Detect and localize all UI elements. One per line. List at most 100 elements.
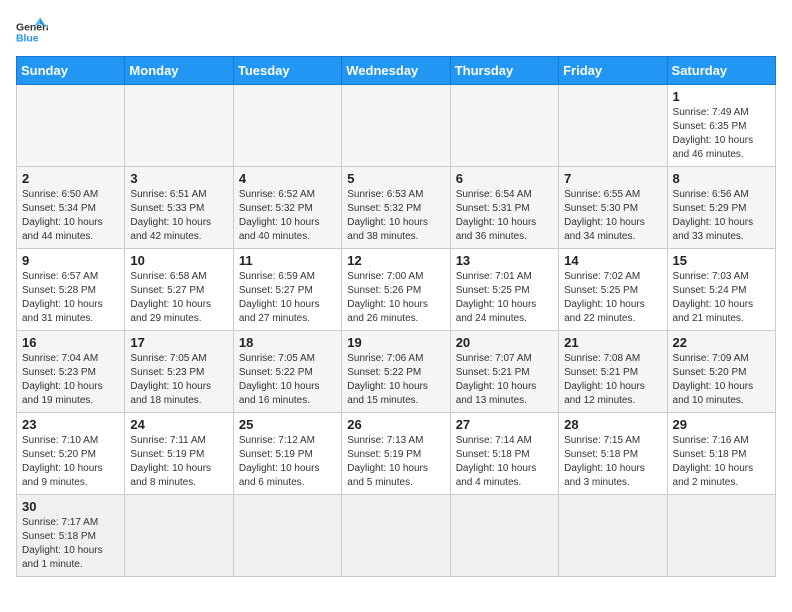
- day-info: Sunrise: 7:02 AM Sunset: 5:25 PM Dayligh…: [564, 270, 661, 326]
- day-number: 3: [130, 171, 227, 186]
- weekday-header-thursday: Thursday: [450, 57, 558, 85]
- calendar-cell: 30 Sunrise: 7:17 AM Sunset: 5:18 PM Dayli…: [17, 495, 125, 577]
- calendar-cell: 19 Sunrise: 7:06 AM Sunset: 5:22 PM Dayli…: [342, 331, 450, 413]
- calendar-cell: 24 Sunrise: 7:11 AM Sunset: 5:19 PM Dayli…: [125, 413, 233, 495]
- calendar: SundayMondayTuesdayWednesdayThursdayFrid…: [16, 56, 776, 577]
- day-number: 22: [673, 335, 770, 350]
- calendar-cell: [667, 495, 775, 577]
- day-info: Sunrise: 7:04 AM Sunset: 5:23 PM Dayligh…: [22, 352, 119, 408]
- day-info: Sunrise: 6:57 AM Sunset: 5:28 PM Dayligh…: [22, 270, 119, 326]
- day-number: 12: [347, 253, 444, 268]
- day-info: Sunrise: 7:08 AM Sunset: 5:21 PM Dayligh…: [564, 352, 661, 408]
- calendar-cell: 18 Sunrise: 7:05 AM Sunset: 5:22 PM Dayli…: [233, 331, 341, 413]
- day-info: Sunrise: 7:06 AM Sunset: 5:22 PM Dayligh…: [347, 352, 444, 408]
- day-number: 14: [564, 253, 661, 268]
- day-info: Sunrise: 6:54 AM Sunset: 5:31 PM Dayligh…: [456, 188, 553, 244]
- day-info: Sunrise: 7:01 AM Sunset: 5:25 PM Dayligh…: [456, 270, 553, 326]
- day-number: 6: [456, 171, 553, 186]
- calendar-cell: [17, 85, 125, 167]
- calendar-cell: 11 Sunrise: 6:59 AM Sunset: 5:27 PM Dayli…: [233, 249, 341, 331]
- calendar-week-row: 2Sunrise: 6:50 AM Sunset: 5:34 PM Daylig…: [17, 167, 776, 249]
- calendar-week-row: 23Sunrise: 7:10 AM Sunset: 5:20 PM Dayli…: [17, 413, 776, 495]
- calendar-week-row: 1Sunrise: 7:49 AM Sunset: 6:35 PM Daylig…: [17, 85, 776, 167]
- header: General Blue: [16, 16, 776, 48]
- day-number: 19: [347, 335, 444, 350]
- day-info: Sunrise: 7:07 AM Sunset: 5:21 PM Dayligh…: [456, 352, 553, 408]
- calendar-cell: [559, 495, 667, 577]
- calendar-cell: 3 Sunrise: 6:51 AM Sunset: 5:33 PM Daylig…: [125, 167, 233, 249]
- calendar-cell: 14 Sunrise: 7:02 AM Sunset: 5:25 PM Dayli…: [559, 249, 667, 331]
- generalblue-logo-icon: General Blue: [16, 16, 48, 48]
- day-info: Sunrise: 6:55 AM Sunset: 5:30 PM Dayligh…: [564, 188, 661, 244]
- weekday-header-sunday: Sunday: [17, 57, 125, 85]
- day-number: 8: [673, 171, 770, 186]
- day-number: 11: [239, 253, 336, 268]
- calendar-cell: 6 Sunrise: 6:54 AM Sunset: 5:31 PM Daylig…: [450, 167, 558, 249]
- day-number: 16: [22, 335, 119, 350]
- day-info: Sunrise: 6:59 AM Sunset: 5:27 PM Dayligh…: [239, 270, 336, 326]
- calendar-cell: [233, 495, 341, 577]
- calendar-cell: 4 Sunrise: 6:52 AM Sunset: 5:32 PM Daylig…: [233, 167, 341, 249]
- calendar-cell: 15 Sunrise: 7:03 AM Sunset: 5:24 PM Dayli…: [667, 249, 775, 331]
- calendar-cell: 26Sunrise: 7:13 AM Sunset: 5:19 PM Dayli…: [342, 413, 450, 495]
- day-info: Sunrise: 7:17 AM Sunset: 5:18 PM Dayligh…: [22, 516, 119, 572]
- day-number: 15: [673, 253, 770, 268]
- calendar-cell: [125, 495, 233, 577]
- day-number: 24: [130, 417, 227, 432]
- weekday-header-tuesday: Tuesday: [233, 57, 341, 85]
- calendar-cell: 9 Sunrise: 6:57 AM Sunset: 5:28 PM Daylig…: [17, 249, 125, 331]
- day-number: 10: [130, 253, 227, 268]
- calendar-week-row: 16 Sunrise: 7:04 AM Sunset: 5:23 PM Dayli…: [17, 331, 776, 413]
- calendar-cell: 7 Sunrise: 6:55 AM Sunset: 5:30 PM Daylig…: [559, 167, 667, 249]
- weekday-header-wednesday: Wednesday: [342, 57, 450, 85]
- day-number: 29: [673, 417, 770, 432]
- calendar-week-row: 30 Sunrise: 7:17 AM Sunset: 5:18 PM Dayli…: [17, 495, 776, 577]
- day-number: 4: [239, 171, 336, 186]
- day-info: Sunrise: 6:56 AM Sunset: 5:29 PM Dayligh…: [673, 188, 770, 244]
- svg-text:Blue: Blue: [16, 34, 39, 45]
- calendar-cell: 29Sunrise: 7:16 AM Sunset: 5:18 PM Dayli…: [667, 413, 775, 495]
- day-number: 30: [22, 499, 119, 514]
- day-info: Sunrise: 6:50 AM Sunset: 5:34 PM Dayligh…: [22, 188, 119, 244]
- calendar-cell: 23Sunrise: 7:10 AM Sunset: 5:20 PM Dayli…: [17, 413, 125, 495]
- day-info: Sunrise: 6:53 AM Sunset: 5:32 PM Dayligh…: [347, 188, 444, 244]
- calendar-cell: 17Sunrise: 7:05 AM Sunset: 5:23 PM Dayli…: [125, 331, 233, 413]
- calendar-cell: [342, 495, 450, 577]
- day-number: 28: [564, 417, 661, 432]
- calendar-cell: 2Sunrise: 6:50 AM Sunset: 5:34 PM Daylig…: [17, 167, 125, 249]
- calendar-cell: 13Sunrise: 7:01 AM Sunset: 5:25 PM Dayli…: [450, 249, 558, 331]
- calendar-cell: 20 Sunrise: 7:07 AM Sunset: 5:21 PM Dayli…: [450, 331, 558, 413]
- weekday-header-monday: Monday: [125, 57, 233, 85]
- day-number: 21: [564, 335, 661, 350]
- calendar-cell: [125, 85, 233, 167]
- day-number: 27: [456, 417, 553, 432]
- calendar-cell: [450, 495, 558, 577]
- calendar-cell: [559, 85, 667, 167]
- weekday-header-friday: Friday: [559, 57, 667, 85]
- calendar-cell: 5Sunrise: 6:53 AM Sunset: 5:32 PM Daylig…: [342, 167, 450, 249]
- day-number: 1: [673, 89, 770, 104]
- calendar-cell: 28Sunrise: 7:15 AM Sunset: 5:18 PM Dayli…: [559, 413, 667, 495]
- day-info: Sunrise: 6:51 AM Sunset: 5:33 PM Dayligh…: [130, 188, 227, 244]
- calendar-week-row: 9 Sunrise: 6:57 AM Sunset: 5:28 PM Daylig…: [17, 249, 776, 331]
- day-info: Sunrise: 7:05 AM Sunset: 5:22 PM Dayligh…: [239, 352, 336, 408]
- day-info: Sunrise: 7:05 AM Sunset: 5:23 PM Dayligh…: [130, 352, 227, 408]
- day-info: Sunrise: 7:11 AM Sunset: 5:19 PM Dayligh…: [130, 434, 227, 490]
- calendar-cell: 10Sunrise: 6:58 AM Sunset: 5:27 PM Dayli…: [125, 249, 233, 331]
- day-number: 9: [22, 253, 119, 268]
- day-info: Sunrise: 6:52 AM Sunset: 5:32 PM Dayligh…: [239, 188, 336, 244]
- day-info: Sunrise: 7:12 AM Sunset: 5:19 PM Dayligh…: [239, 434, 336, 490]
- day-number: 20: [456, 335, 553, 350]
- day-number: 18: [239, 335, 336, 350]
- day-number: 7: [564, 171, 661, 186]
- calendar-cell: 25Sunrise: 7:12 AM Sunset: 5:19 PM Dayli…: [233, 413, 341, 495]
- calendar-cell: 8 Sunrise: 6:56 AM Sunset: 5:29 PM Daylig…: [667, 167, 775, 249]
- logo: General Blue: [16, 16, 48, 48]
- day-info: Sunrise: 7:13 AM Sunset: 5:19 PM Dayligh…: [347, 434, 444, 490]
- calendar-cell: 27Sunrise: 7:14 AM Sunset: 5:18 PM Dayli…: [450, 413, 558, 495]
- calendar-cell: [233, 85, 341, 167]
- day-info: Sunrise: 7:00 AM Sunset: 5:26 PM Dayligh…: [347, 270, 444, 326]
- day-info: Sunrise: 7:03 AM Sunset: 5:24 PM Dayligh…: [673, 270, 770, 326]
- weekday-header-saturday: Saturday: [667, 57, 775, 85]
- calendar-cell: 1Sunrise: 7:49 AM Sunset: 6:35 PM Daylig…: [667, 85, 775, 167]
